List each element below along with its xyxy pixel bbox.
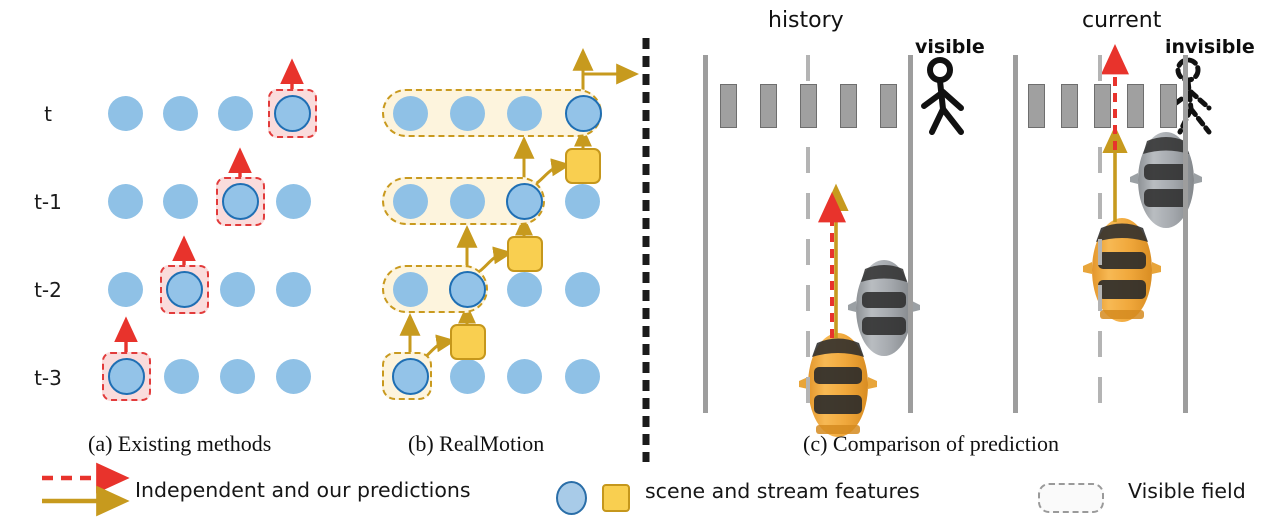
legend-visible-field-icon: [1038, 483, 1104, 513]
legend-features-label: scene and stream features: [645, 479, 920, 503]
legend-arrow-layer: [42, 462, 130, 517]
legend-predictions-label: Independent and our predictions: [135, 478, 471, 502]
legend-blue-circle-icon: [556, 481, 587, 515]
legend-visible-field-label: Visible field: [1128, 479, 1246, 503]
legend-yellow-square-icon: [602, 484, 630, 512]
figure-canvas: t t-1 t-2 t-3 history visible current in…: [0, 0, 1280, 519]
